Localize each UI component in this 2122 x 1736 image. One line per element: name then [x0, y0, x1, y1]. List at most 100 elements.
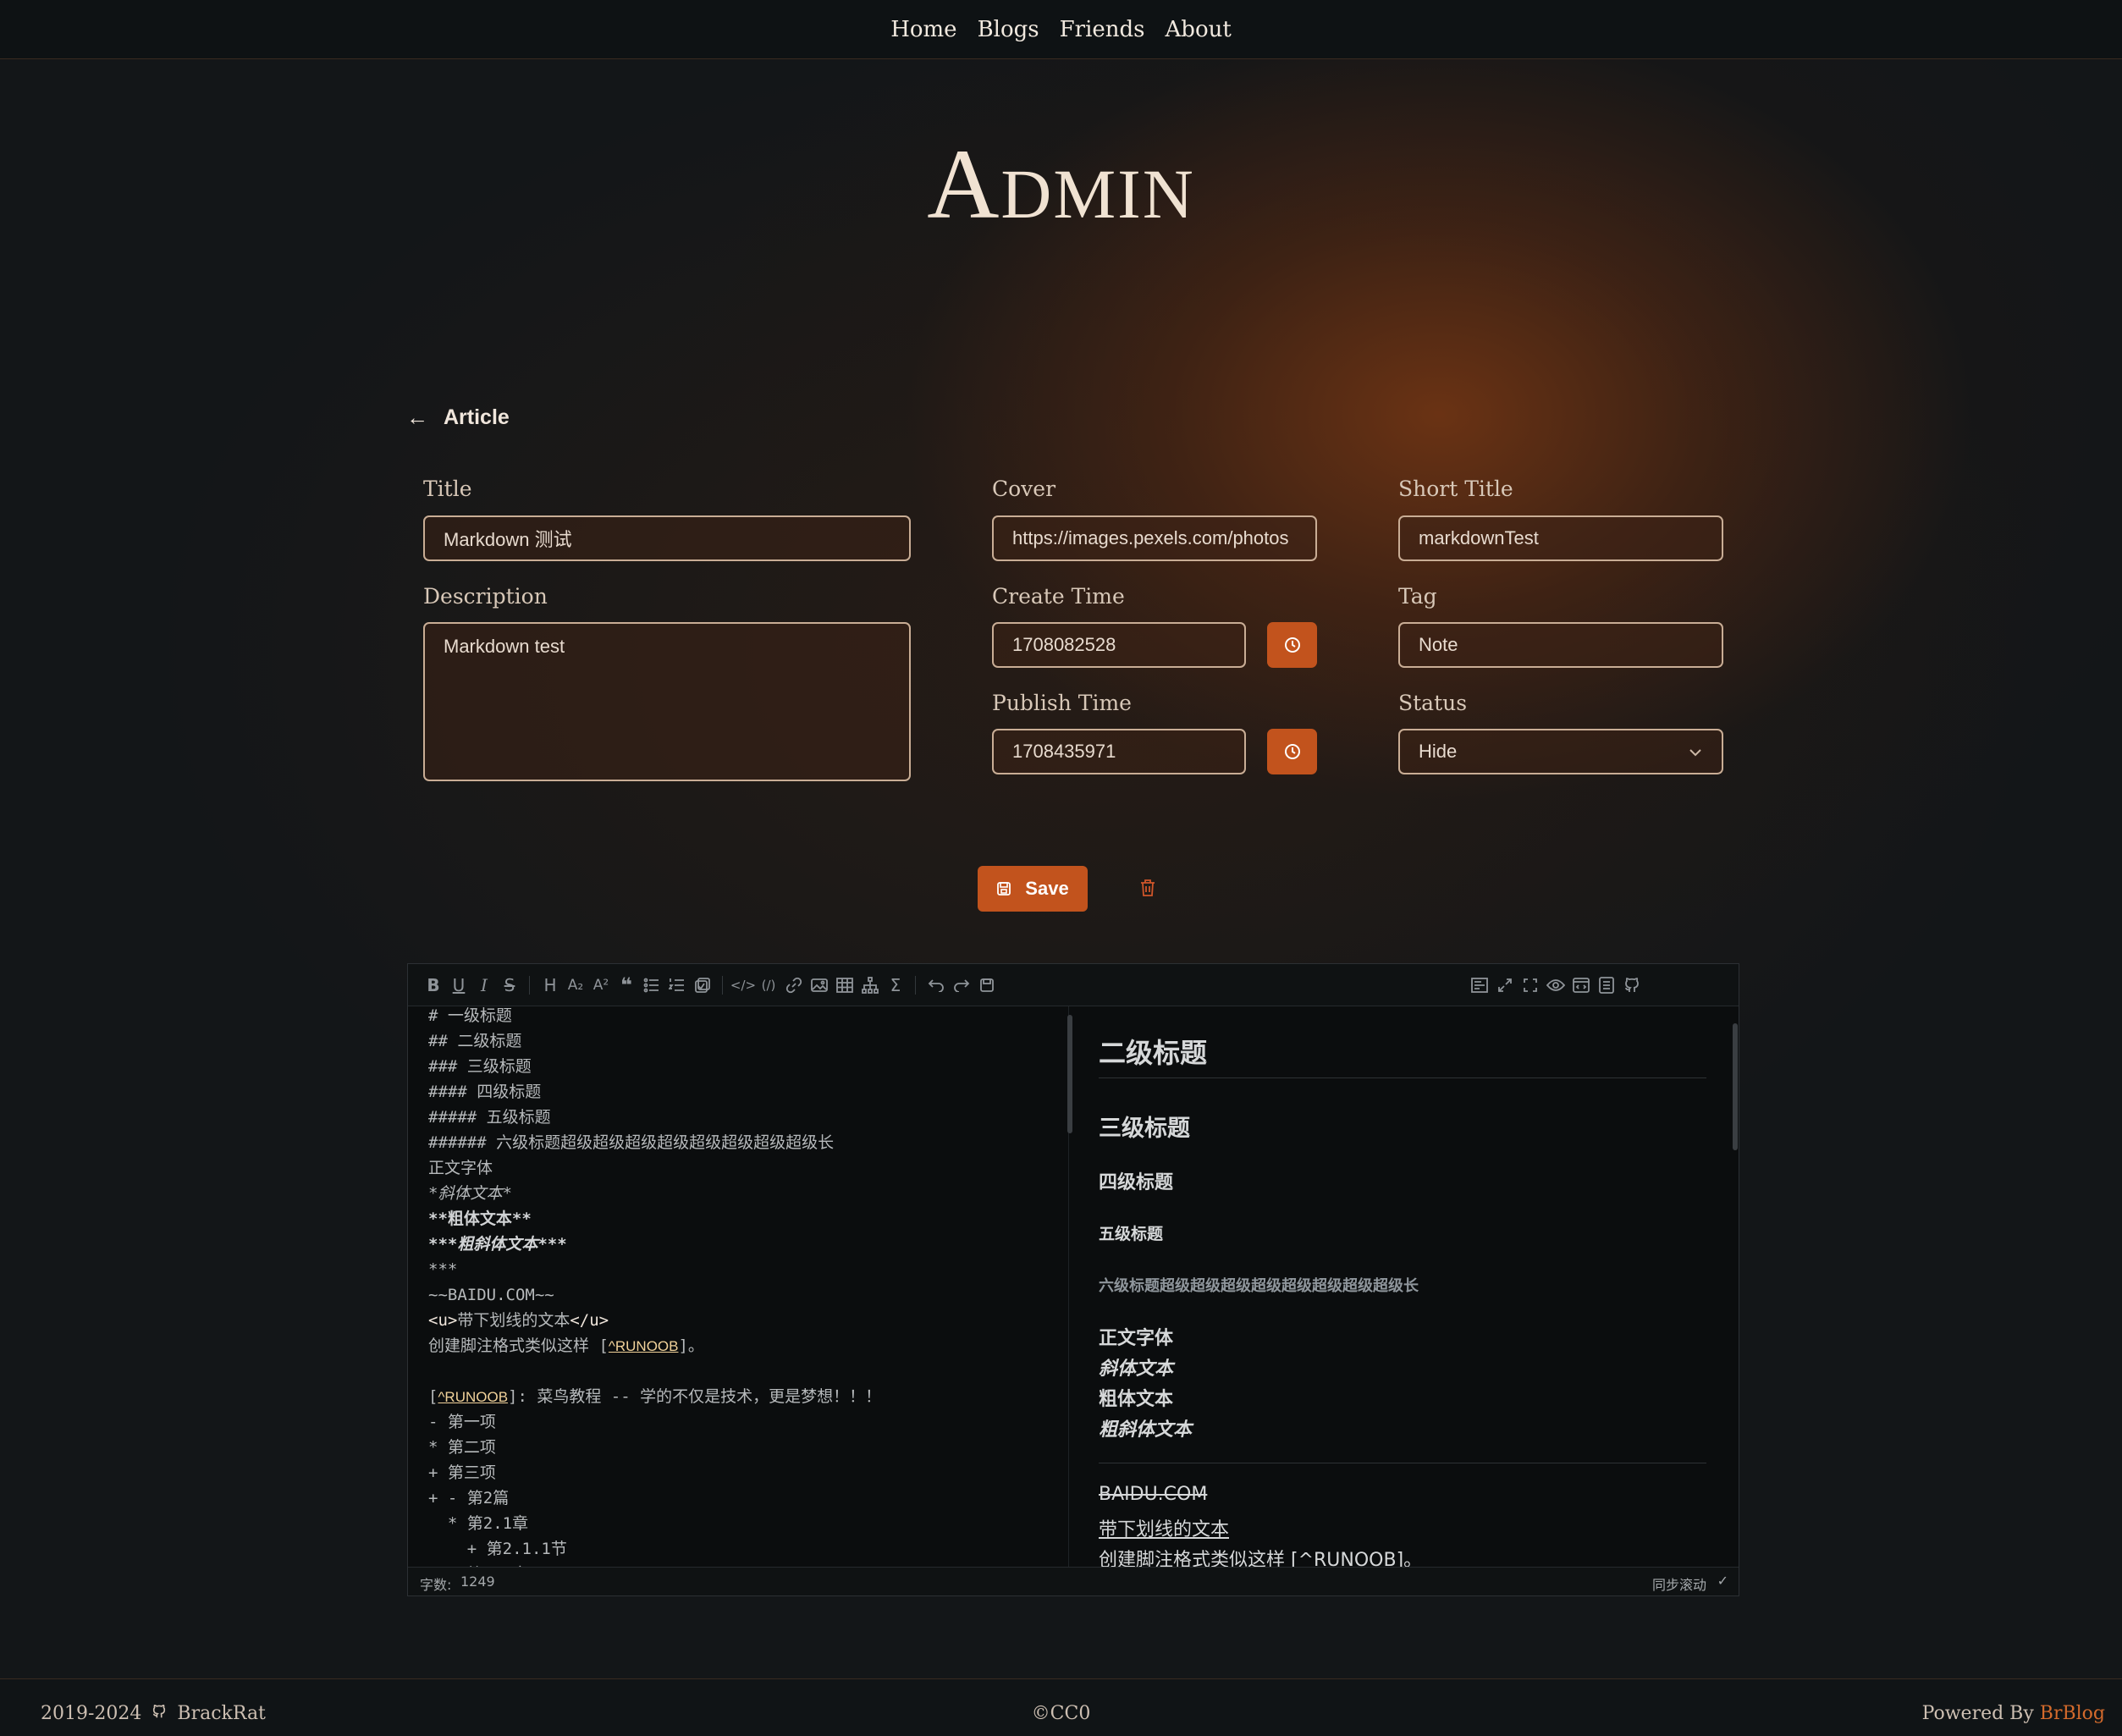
title-input[interactable]: Markdown 测试 [423, 515, 911, 561]
editor-toolbar: B U I S H A₂ A² ❝ </> (/) Σ [408, 964, 1739, 1006]
nav-home[interactable]: Home [890, 17, 956, 42]
source-line: ### 三级标题 [428, 1057, 532, 1076]
save-icon [997, 882, 1011, 896]
image-icon[interactable] [808, 974, 830, 996]
page-fullscreen-icon[interactable] [1469, 974, 1491, 996]
preview-h5: 五级标题 [1099, 1225, 1164, 1243]
source-line: * 第2.1章 [428, 1514, 529, 1533]
cover-input[interactable]: https://images.pexels.com/photos [992, 515, 1317, 561]
preview-scrollbar[interactable] [1733, 1023, 1738, 1150]
title-label: Title [423, 477, 472, 501]
nav-about[interactable]: About [1166, 17, 1232, 42]
inline-code-icon[interactable]: (/) [758, 974, 780, 996]
nav-friends[interactable]: Friends [1060, 17, 1145, 42]
github-icon[interactable] [1621, 974, 1643, 996]
source-line: #### 四级标题 [428, 1083, 542, 1101]
site-footer: 2019-2024 BrackRat ©CC0 Powered By BrBlo… [0, 1678, 2122, 1736]
underline-icon[interactable]: U [448, 974, 470, 996]
source-line: ***粗斜体文本*** [428, 1235, 567, 1254]
preview-strike: BAIDU.COM [1099, 1484, 1208, 1505]
preview-normal: 正文字体 [1099, 1328, 1174, 1349]
editor-statusbar: 字数: 1249 同步滚动 ✓ [408, 1567, 1739, 1595]
katex-icon[interactable]: Σ [885, 974, 907, 996]
subscript-icon[interactable]: A₂ [565, 974, 587, 996]
source-line: [^RUNOOB]: 菜鸟教程 -- 学的不仅是技术，更是梦想！！！ [428, 1387, 882, 1406]
source-line: * 第二项 [428, 1438, 496, 1457]
preview-h3: 三级标题 [1099, 1116, 1190, 1142]
task-list-icon[interactable] [692, 974, 714, 996]
create-time-now-button[interactable] [1267, 622, 1317, 668]
source-line: + - 第2篇 [428, 1489, 510, 1507]
markdown-source-pane[interactable]: # 一级标题 ## 二级标题 ### 三级标题 #### 四级标题 ##### … [408, 1006, 1068, 1568]
source-line: + 第2.1.1节 [428, 1540, 567, 1558]
back-to-article[interactable]: ← Article [406, 405, 510, 431]
source-line: ##### 五级标题 [428, 1108, 551, 1127]
unordered-list-icon[interactable] [641, 974, 663, 996]
strikethrough-icon[interactable]: S [499, 974, 521, 996]
footer-powered-by: Powered By BrBlog [1922, 1703, 2105, 1724]
create-time-input[interactable]: 1708082528 [992, 622, 1246, 668]
code-icon[interactable]: </> [730, 974, 756, 996]
short-title-label: Short Title [1398, 477, 1513, 501]
short-title-input[interactable]: markdownTest [1398, 515, 1723, 561]
preview-h2: 二级标题 [1099, 1037, 1208, 1069]
nav-blogs[interactable]: Blogs [978, 17, 1039, 42]
quote-icon[interactable]: ❝ [615, 973, 637, 997]
preview-footnote: 创建脚注格式类似这样 [^RUNOOB]。 [1099, 1550, 1423, 1568]
undo-icon[interactable] [925, 974, 947, 996]
source-line: # 一级标题 [428, 1006, 512, 1025]
ordered-list-icon[interactable] [666, 974, 688, 996]
save-button[interactable]: Save [978, 866, 1088, 912]
top-navigation: Home Blogs Friends About [0, 0, 2122, 59]
footer-license: ©CC0 [1031, 1703, 1091, 1724]
bold-icon[interactable]: B [422, 974, 444, 996]
fullscreen-icon[interactable] [1494, 974, 1516, 996]
delete-button[interactable] [1138, 878, 1157, 901]
markdown-preview-pane: 二级标题 三级标题 四级标题 五级标题 六级标题超级超级超级超级超级超级超级超级… [1075, 1006, 1737, 1568]
preview-bold: 粗体文本 [1099, 1389, 1174, 1410]
fullscreen-expand-icon[interactable] [1519, 974, 1541, 996]
create-time-label: Create Time [992, 584, 1125, 609]
save-icon[interactable] [976, 974, 998, 996]
trash-icon [1141, 879, 1155, 896]
source-line: ~~BAIDU.COM~~ [428, 1286, 554, 1304]
source-scrollbar[interactable] [1067, 1015, 1072, 1133]
preview-h4: 四级标题 [1099, 1172, 1174, 1193]
source-line: 正文字体 [428, 1159, 493, 1177]
preview-underline: 带下划线的文本 [1099, 1519, 1230, 1540]
description-textarea[interactable]: Markdown test [423, 622, 911, 781]
brand-link[interactable]: BrBlog [2040, 1703, 2105, 1724]
catalog-icon[interactable] [1596, 974, 1618, 996]
source-line: *** [428, 1260, 458, 1279]
powered-by-text: Powered By [1921, 1703, 2040, 1724]
source-line: - 第一项 [428, 1413, 496, 1431]
redo-icon[interactable] [951, 974, 973, 996]
publish-time-label: Publish Time [992, 691, 1132, 715]
tag-input[interactable]: Note [1398, 622, 1723, 668]
status-selected-value: Hide [1419, 741, 1458, 762]
source-line: <u>带下划线的文本</u> [428, 1311, 609, 1330]
preview-italic: 斜体文本 [1099, 1358, 1174, 1380]
clock-icon [1284, 637, 1300, 653]
chevron-down-icon [1688, 741, 1703, 763]
source-line: ###### 六级标题超级超级超级超级超级超级超级超级长 [428, 1133, 835, 1152]
status-select[interactable]: Hide [1398, 729, 1723, 774]
status-label: Status [1398, 691, 1468, 715]
publish-time-now-button[interactable] [1267, 729, 1317, 774]
heading-icon[interactable]: H [539, 974, 561, 996]
preview-icon[interactable] [1545, 974, 1567, 996]
word-count: 1249 [460, 1573, 495, 1590]
source-line: *斜体文本* [428, 1184, 512, 1203]
save-label: Save [1025, 878, 1069, 899]
source-line: + 第三项 [428, 1463, 496, 1482]
cover-label: Cover [992, 477, 1056, 501]
mermaid-icon[interactable] [859, 974, 881, 996]
sync-scroll-label: 同步滚动 [1651, 1577, 1706, 1593]
italic-icon[interactable]: I [473, 974, 495, 996]
publish-time-input[interactable]: 1708435971 [992, 729, 1246, 774]
link-icon[interactable] [783, 974, 805, 996]
superscript-icon[interactable]: A² [590, 974, 612, 996]
sync-scroll-check-icon[interactable]: ✓ [1717, 1573, 1728, 1589]
html-preview-icon[interactable] [1570, 974, 1592, 996]
table-icon[interactable] [834, 974, 856, 996]
